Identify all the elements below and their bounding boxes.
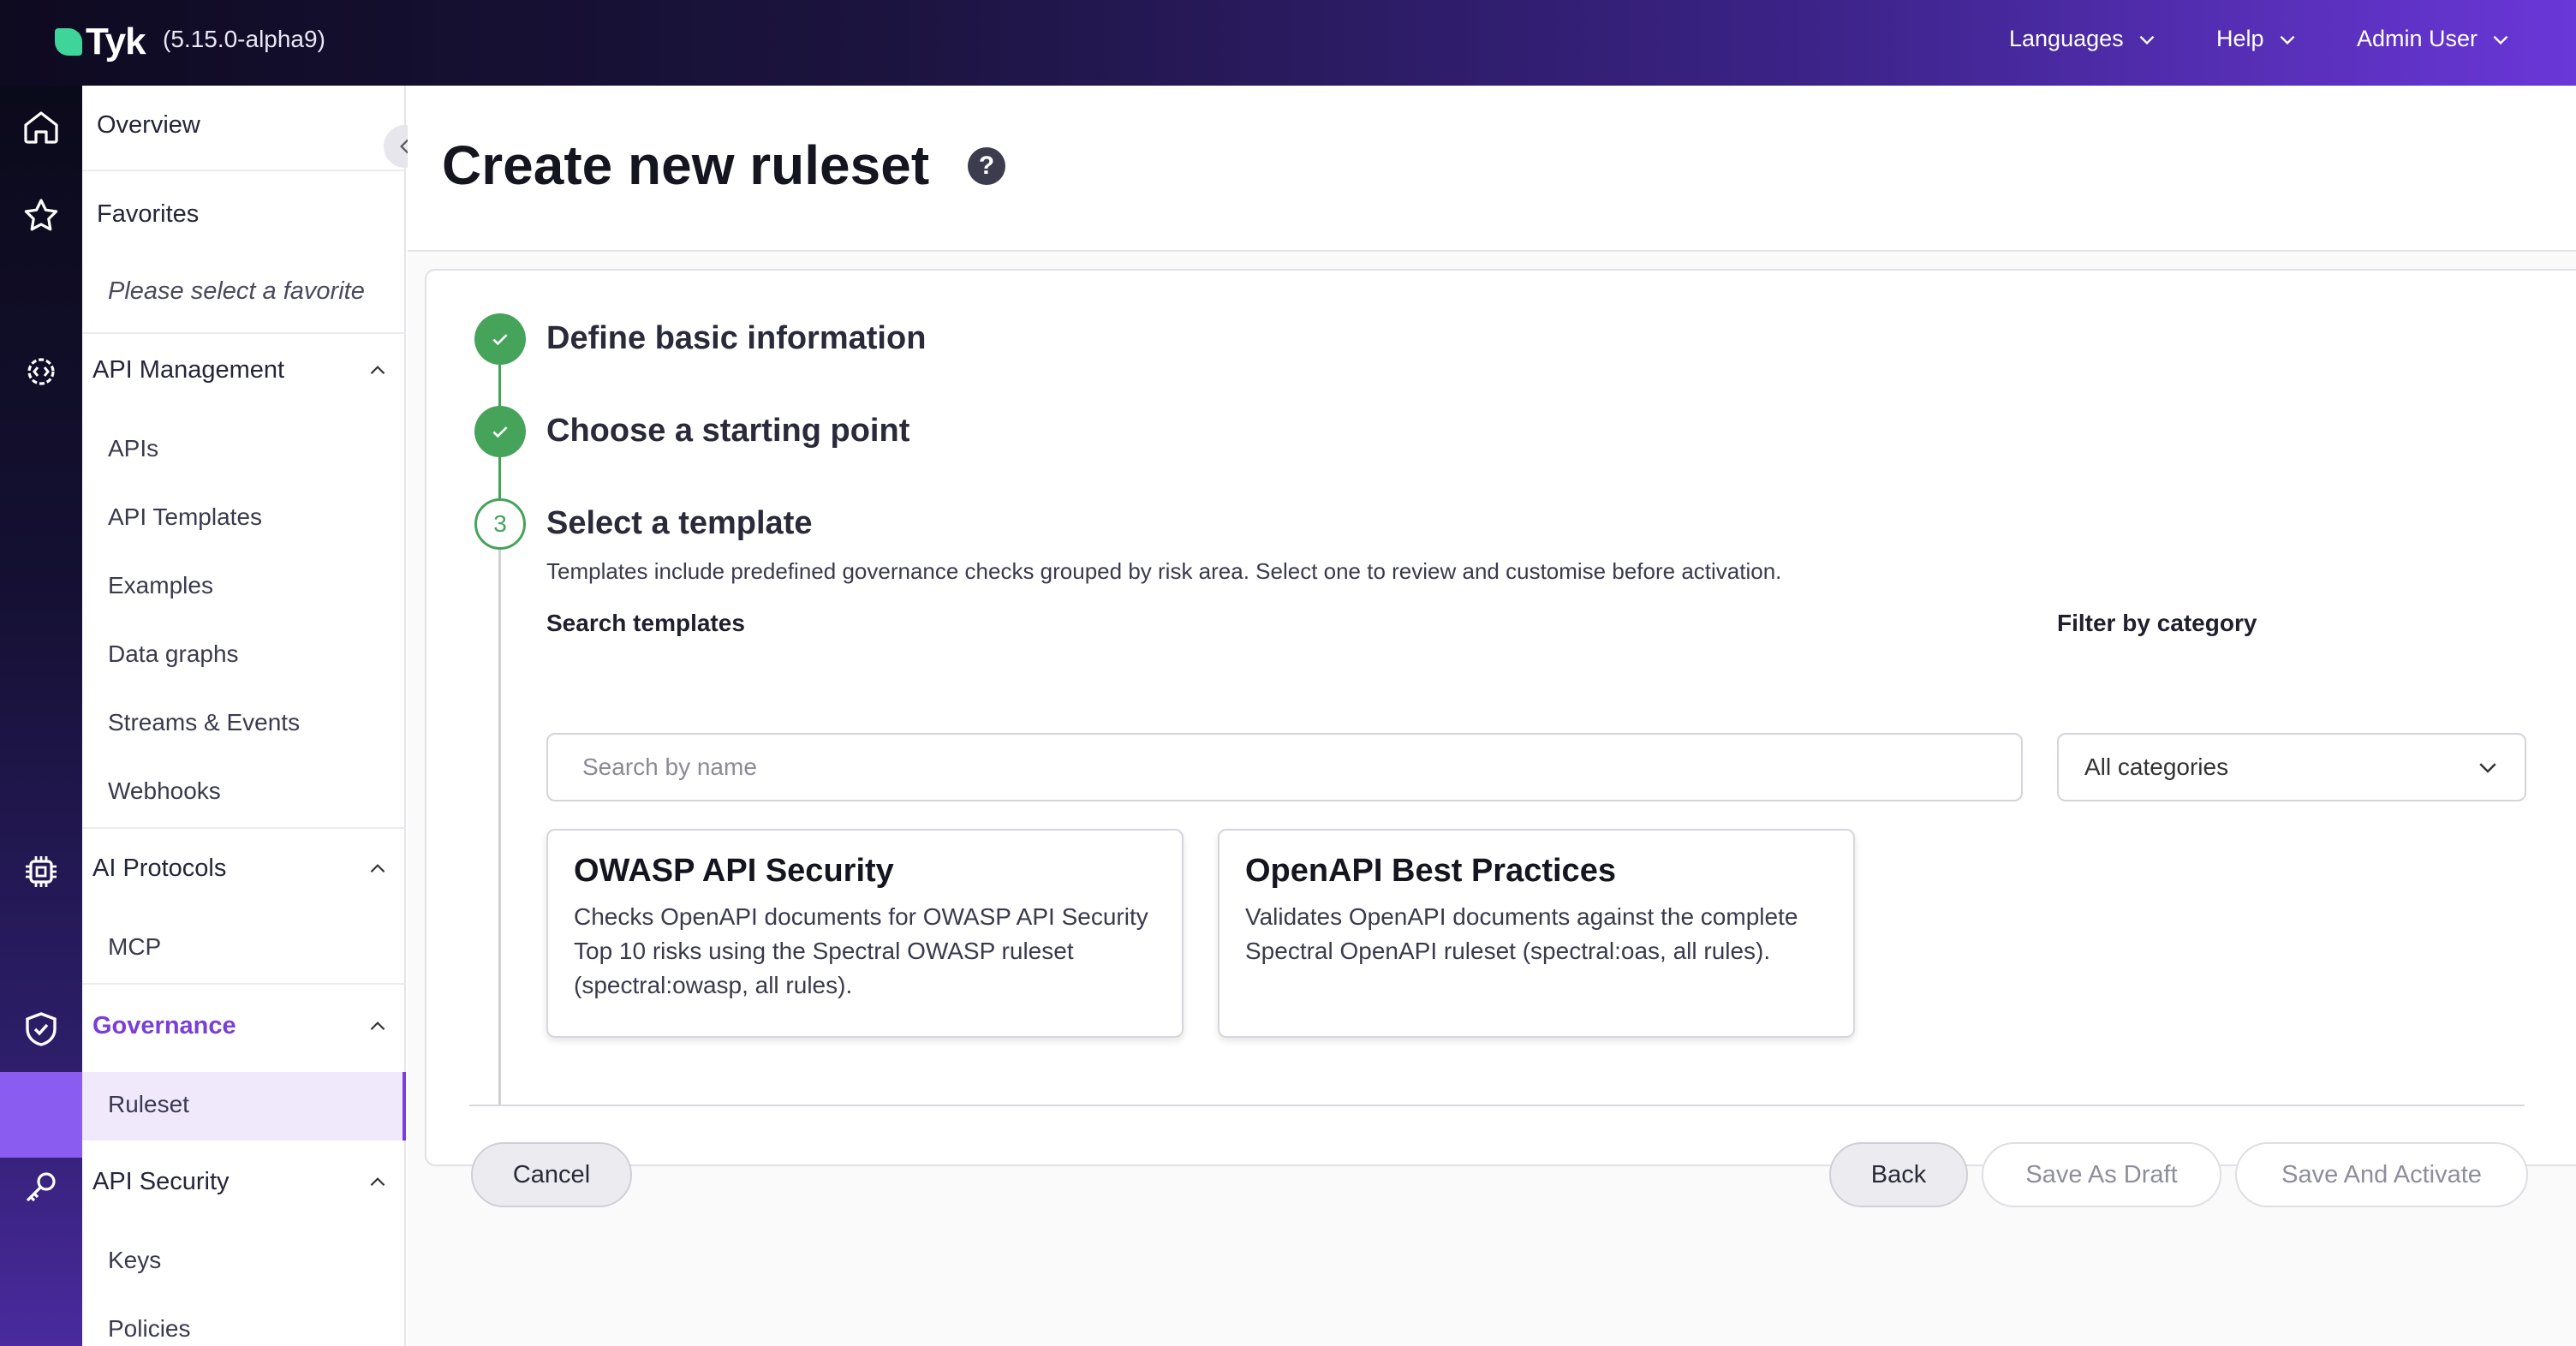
step-title: Choose a starting point: [546, 413, 910, 449]
sidebar-item-policies[interactable]: Policies: [82, 1315, 406, 1343]
step-title: Define basic information: [546, 320, 927, 356]
sidebar-item-examples[interactable]: Examples: [82, 572, 406, 599]
user-label: Admin User: [2357, 26, 2478, 51]
chevron-down-icon: [2139, 35, 2155, 45]
group-label: API Management: [92, 356, 285, 384]
select-value: All categories: [2084, 753, 2229, 780]
shield-check-icon[interactable]: [17, 1005, 65, 1053]
cancel-button[interactable]: Cancel: [471, 1142, 632, 1207]
icon-rail: [0, 86, 82, 1346]
filter-label: Filter by category: [2057, 610, 2257, 636]
sidebar-item-streams-events[interactable]: Streams & Events: [82, 709, 406, 736]
chevron-up-icon: [370, 863, 385, 873]
chevron-up-icon: [370, 1176, 385, 1186]
save-activate-button[interactable]: Save And Activate: [2235, 1142, 2528, 1207]
sidebar-item-overview[interactable]: Overview: [82, 111, 406, 140]
step-connector: [498, 550, 501, 1105]
key-icon[interactable]: [17, 1163, 65, 1211]
step-connector: [498, 457, 501, 498]
search-input[interactable]: [546, 733, 2023, 801]
group-label: API Security: [92, 1168, 230, 1195]
sidebar-item-keys[interactable]: Keys: [82, 1247, 406, 1274]
divider: [82, 170, 406, 171]
step-description: Templates include predefined governance …: [546, 558, 1782, 584]
wizard-card: Define basic information Choose a starti…: [425, 269, 2576, 1207]
check-icon: [492, 426, 508, 438]
step-complete-icon: [474, 313, 526, 365]
divider: [82, 827, 406, 829]
divider: [82, 983, 406, 985]
template-title: OpenAPI Best Practices: [1245, 853, 1616, 889]
chevron-up-icon: [370, 365, 385, 374]
group-label: Governance: [92, 1012, 236, 1039]
leaf-icon: [55, 28, 82, 56]
rail-active-highlight: [0, 1072, 82, 1158]
template-title: OWASP API Security: [574, 853, 894, 889]
save-draft-button[interactable]: Save As Draft: [1982, 1142, 2221, 1207]
help-icon[interactable]: ?: [968, 147, 1005, 185]
back-button[interactable]: Back: [1829, 1142, 1968, 1207]
step-complete-icon: [474, 406, 526, 457]
chevron-down-icon: [2479, 763, 2496, 773]
languages-label: Languages: [2009, 26, 2124, 51]
page-title: Create new ruleset: [442, 134, 930, 196]
chevron-down-icon: [2280, 35, 2294, 45]
template-description: Checks OpenAPI documents for OWASP API S…: [574, 903, 1148, 998]
footer-divider: [469, 1105, 2525, 1106]
main-content: Create new ruleset ? Define basic inform…: [408, 86, 2576, 1346]
favorites-placeholder: Please select a favorite: [108, 277, 365, 305]
user-menu[interactable]: Admin User: [2357, 26, 2512, 52]
sidebar-item-webhooks[interactable]: Webhooks: [82, 777, 406, 805]
sidebar-group-governance[interactable]: Governance: [82, 1012, 406, 1040]
sidebar-item-api-templates[interactable]: API Templates: [82, 503, 406, 531]
check-icon: [492, 334, 508, 346]
version-label: (5.15.0-alpha9): [163, 26, 325, 52]
sidebar-group-api-security[interactable]: API Security: [82, 1168, 406, 1196]
category-select[interactable]: All categories: [2057, 733, 2526, 801]
sidebar: Overview Favorites Please select a favor…: [82, 86, 406, 1346]
template-card-owasp[interactable]: OWASP API Security Checks OpenAPI docume…: [546, 829, 1184, 1038]
sidebar-item-data-graphs[interactable]: Data graphs: [82, 640, 406, 668]
help-menu[interactable]: Help: [2216, 26, 2299, 52]
chevron-up-icon: [370, 1021, 385, 1030]
languages-menu[interactable]: Languages: [2009, 26, 2158, 52]
chip-icon[interactable]: [17, 848, 65, 896]
sidebar-item-ruleset[interactable]: Ruleset: [82, 1091, 406, 1118]
home-icon[interactable]: [17, 103, 65, 151]
sidebar-item-apis[interactable]: APIs: [82, 435, 406, 462]
chevron-down-icon: [2493, 35, 2508, 45]
page-header: Create new ruleset ?: [408, 86, 2576, 252]
star-icon[interactable]: [17, 192, 65, 240]
top-bar: Tyk (5.15.0-alpha9) Languages Help Admin…: [0, 0, 2576, 86]
template-description: Validates OpenAPI documents against the …: [1245, 903, 1798, 964]
tyk-logo[interactable]: Tyk: [55, 21, 146, 63]
sidebar-item-favorites[interactable]: Favorites: [82, 200, 406, 229]
sidebar-group-api-management[interactable]: API Management: [82, 356, 406, 384]
template-card-openapi[interactable]: OpenAPI Best Practices Validates OpenAPI…: [1218, 829, 1855, 1038]
logo-text: Tyk: [86, 21, 146, 63]
gear-code-icon[interactable]: [17, 348, 65, 396]
group-label: AI Protocols: [92, 855, 227, 882]
divider: [82, 332, 406, 334]
sidebar-group-ai-protocols[interactable]: AI Protocols: [82, 855, 406, 883]
step-connector: [498, 365, 501, 406]
step-number: 3: [474, 498, 526, 550]
search-label: Search templates: [546, 610, 745, 636]
step-title: Select a template: [546, 505, 813, 541]
sidebar-item-mcp[interactable]: MCP: [82, 933, 406, 961]
help-label: Help: [2216, 26, 2264, 51]
